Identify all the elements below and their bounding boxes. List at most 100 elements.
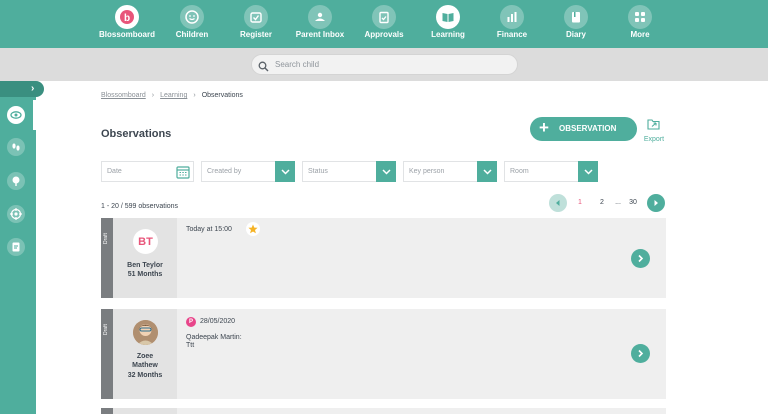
status-placeholder: Status [308,168,328,175]
nav-label: Blossomboard [98,30,155,39]
child-name: Ben Teylor [127,262,163,269]
child-panel [113,408,177,414]
avatar: BT [133,229,158,254]
observation-author: Qadeepak Martin: [186,334,242,341]
report-icon[interactable] [7,238,25,256]
search-icon [258,59,269,77]
nav-label: Finance [496,30,528,39]
clipboard-icon [372,5,396,29]
chevron-down-icon [477,161,497,182]
tree-icon[interactable] [7,172,25,190]
nav-label: Children [175,30,209,39]
chevron-right-icon [638,349,644,358]
chevron-right-icon [654,200,658,206]
eye-icon[interactable] [7,106,25,124]
open-observation-button[interactable] [631,249,650,268]
open-observation-button[interactable] [631,344,650,363]
page-number[interactable]: 30 [627,199,639,206]
svg-text:b: b [124,13,130,24]
breadcrumb-blossomboard[interactable]: Blossomboard [101,92,146,99]
avatar [133,320,158,345]
observation-card[interactable] [101,408,666,414]
chevron-down-icon [275,161,295,182]
smiley-icon [180,5,204,29]
nav-children[interactable]: Children [156,0,228,48]
status-badge [101,408,113,414]
breadcrumb-separator: › [151,92,155,99]
nav-label: Approvals [364,30,404,39]
observation-text: Ttt [186,342,195,349]
observation-card[interactable]: Draft Zoee Mathew 32 Months P 28/05/2020… [101,309,666,399]
plus-icon: + [539,118,549,137]
key-person-select[interactable]: Key person [403,161,497,182]
child-last-name: Mathew [132,362,158,369]
add-observation-label: OBSERVATION [559,124,617,133]
page-number-current[interactable]: 1 [574,199,586,206]
room-placeholder: Room [510,168,529,175]
search-input[interactable]: Search child [251,54,518,75]
add-observation-button[interactable]: + OBSERVATION [530,117,637,141]
nav-learning[interactable]: Learning [412,0,484,48]
nav-more[interactable]: More [604,0,676,48]
top-navigation: b Blossomboard Children Register Parent … [0,0,768,48]
export-label: Export [643,136,665,143]
chevron-right-icon: › [31,83,35,94]
sidebar-active-indicator [33,100,36,130]
register-icon [244,5,268,29]
breadcrumb: Blossomboard › Learning › Observations [101,92,243,99]
observation-card[interactable]: Draft BT Ben Teylor 51 Months Today at 1… [101,218,666,298]
diary-icon [564,5,588,29]
book-icon [436,5,460,29]
chevron-down-icon [376,161,396,182]
chevron-right-icon [638,254,644,263]
breadcrumb-learning[interactable]: Learning [160,92,187,99]
blossom-logo-icon: b [115,5,139,29]
nav-parent-inbox[interactable]: Parent Inbox [284,0,356,48]
child-panel: BT Ben Teylor 51 Months [113,218,177,298]
nav-approvals[interactable]: Approvals [348,0,420,48]
nav-label: Register [239,30,272,39]
star-icon[interactable] [246,222,260,236]
page-number[interactable]: 2 [596,199,608,206]
search-placeholder: Search child [275,60,320,69]
footprints-icon[interactable] [7,138,25,156]
date-filter-placeholder: Date [107,168,122,175]
observation-date: 28/05/2020 [200,318,236,325]
target-icon[interactable] [7,205,25,223]
inbox-icon [308,5,332,29]
child-age: 32 Months [127,372,163,379]
nav-label: Learning [431,30,465,39]
calendar-icon[interactable] [176,165,190,184]
status-badge: Draft [101,309,113,399]
export-icon [647,117,661,134]
breadcrumb-separator: › [193,92,196,99]
nav-register[interactable]: Register [220,0,292,48]
sidebar-toggle[interactable]: › [0,81,44,97]
nav-label: Parent Inbox [295,30,345,39]
results-count: 1 - 20 / 599 observations [101,203,179,210]
prev-page-button[interactable] [549,194,567,212]
chevron-down-icon [578,161,598,182]
date-filter[interactable]: Date [101,161,194,182]
breadcrumb-current: Observations [201,92,243,99]
child-panel: Zoee Mathew 32 Months [113,309,177,399]
page-title: Observations [101,128,172,140]
export-button[interactable]: Export [642,117,666,143]
nav-label: Diary [565,30,586,39]
key-person-placeholder: Key person [409,168,445,175]
status-badge: Draft [101,218,113,298]
created-by-select[interactable]: Created by [201,161,295,182]
nav-diary[interactable]: Diary [540,0,612,48]
nav-label: More [630,30,650,39]
child-first-name: Zoee [136,353,154,360]
nav-finance[interactable]: Finance [476,0,548,48]
observation-time: Today at 15:00 [186,226,232,233]
next-page-button[interactable] [647,194,665,212]
child-age: 51 Months [127,271,163,278]
grid-icon [628,5,652,29]
room-select[interactable]: Room [504,161,598,182]
created-by-placeholder: Created by [207,168,242,175]
nav-blossomboard[interactable]: b Blossomboard [91,0,163,48]
page-ellipsis: ... [615,199,621,206]
status-select[interactable]: Status [302,161,396,182]
